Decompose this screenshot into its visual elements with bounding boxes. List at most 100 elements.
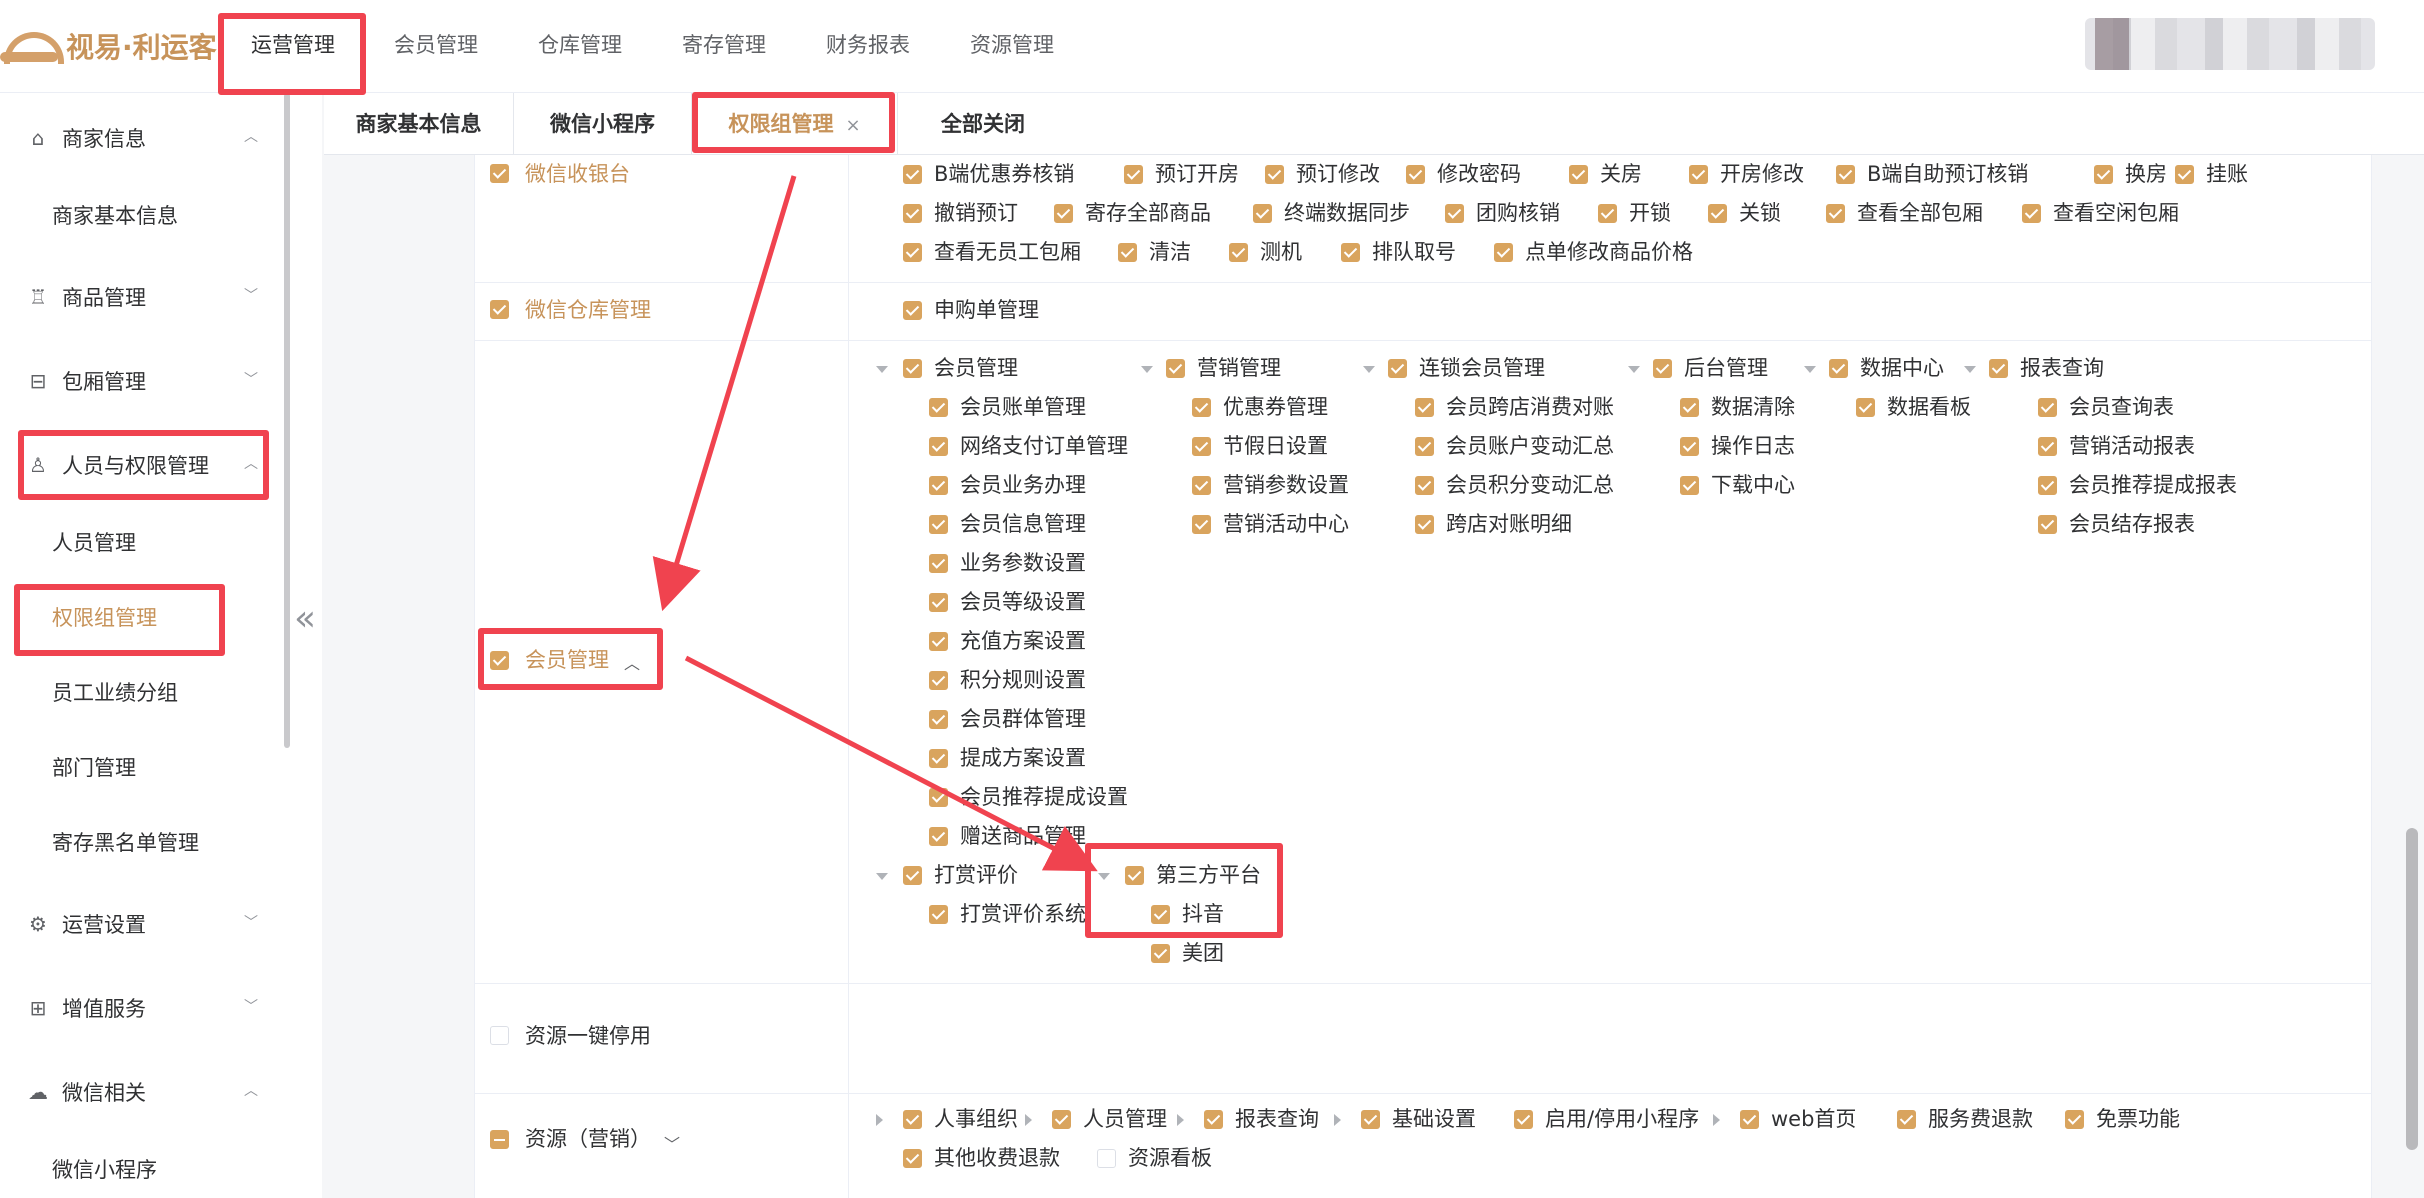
permission-checkbox[interactable] <box>1166 359 1185 378</box>
tab-miniprogram[interactable]: 微信小程序 <box>514 93 692 155</box>
tab-merchant-basic[interactable]: 商家基本信息 <box>324 93 514 155</box>
permission-checkbox[interactable] <box>1653 359 1672 378</box>
permission-checkbox[interactable] <box>2065 1110 2084 1129</box>
module-checkbox[interactable] <box>490 651 509 670</box>
tree-collapse-icon[interactable] <box>1025 1114 1032 1126</box>
user-avatar[interactable] <box>2085 18 2375 70</box>
permission-checkbox[interactable] <box>1989 359 2008 378</box>
permission-checkbox[interactable] <box>903 359 922 378</box>
permission-checkbox[interactable] <box>1361 1110 1380 1129</box>
tree-collapse-icon[interactable] <box>1177 1114 1184 1126</box>
permission-checkbox[interactable] <box>929 710 948 729</box>
permission-checkbox[interactable] <box>2038 437 2057 456</box>
permission-checkbox[interactable] <box>1836 165 1855 184</box>
permission-checkbox[interactable] <box>1826 204 1845 223</box>
sidebar-item-staff[interactable]: 人员管理 <box>0 515 284 571</box>
sidebar-item-perf-group[interactable]: 员工业绩分组 <box>0 665 284 721</box>
permission-checkbox[interactable] <box>1341 243 1360 262</box>
page-scrollbar[interactable] <box>2406 828 2418 1150</box>
tab-perm-group[interactable]: 权限组管理 × <box>692 93 898 155</box>
permission-checkbox[interactable] <box>929 515 948 534</box>
permission-checkbox[interactable] <box>1680 476 1699 495</box>
permission-checkbox[interactable] <box>2038 476 2057 495</box>
permission-checkbox[interactable] <box>1192 476 1211 495</box>
permission-checkbox[interactable] <box>929 554 948 573</box>
permission-checkbox[interactable] <box>1514 1110 1533 1129</box>
permission-checkbox[interactable] <box>1415 437 1434 456</box>
permission-checkbox[interactable] <box>929 632 948 651</box>
chevron-up-icon[interactable]: ︿ <box>624 650 640 674</box>
sidebar-group-staff[interactable]: ♙ 人员与权限管理 ︿ <box>0 435 284 495</box>
permission-checkbox[interactable] <box>1124 165 1143 184</box>
permission-checkbox[interactable] <box>929 749 948 768</box>
permission-checkbox[interactable] <box>1415 398 1434 417</box>
permission-checkbox[interactable] <box>2094 165 2113 184</box>
tree-expand-icon[interactable] <box>1628 366 1640 373</box>
sidebar-group-value[interactable]: ⊞ 增值服务 ﹀ <box>0 978 284 1038</box>
permission-checkbox[interactable] <box>929 398 948 417</box>
module-checkbox[interactable] <box>490 164 509 183</box>
tree-expand-icon[interactable] <box>1964 366 1976 373</box>
topnav-deposit[interactable]: 寄存管理 <box>654 0 794 93</box>
sidebar-item-miniprogram[interactable]: 微信小程序 <box>0 1142 284 1198</box>
topnav-resources[interactable]: 资源管理 <box>942 0 1082 93</box>
tree-expand-icon[interactable] <box>1804 366 1816 373</box>
permission-checkbox[interactable] <box>1689 165 1708 184</box>
permission-checkbox[interactable] <box>1415 515 1434 534</box>
sidebar-group-room[interactable]: ⊟ 包厢管理 ﹀ <box>0 351 284 411</box>
module-checkbox[interactable] <box>490 1026 509 1045</box>
permission-checkbox[interactable] <box>1192 437 1211 456</box>
sidebar-item-perm-group[interactable]: 权限组管理 <box>0 590 284 646</box>
tree-expand-icon[interactable] <box>876 873 888 880</box>
permission-checkbox[interactable] <box>1151 905 1170 924</box>
permission-checkbox[interactable] <box>903 301 922 320</box>
permission-checkbox[interactable] <box>903 1110 922 1129</box>
topnav-warehouse[interactable]: 仓库管理 <box>510 0 650 93</box>
permission-checkbox[interactable] <box>1229 243 1248 262</box>
permission-checkbox[interactable] <box>1708 204 1727 223</box>
permission-checkbox[interactable] <box>903 866 922 885</box>
sidebar-scrollbar[interactable] <box>284 93 290 748</box>
permission-checkbox[interactable] <box>929 593 948 612</box>
sidebar-item-blacklist[interactable]: 寄存黑名单管理 <box>0 815 284 871</box>
permission-checkbox[interactable] <box>1253 204 1272 223</box>
permission-checkbox[interactable] <box>929 905 948 924</box>
sidebar-item-merchant-basic[interactable]: 商家基本信息 <box>0 188 284 244</box>
tree-expand-icon[interactable] <box>876 366 888 373</box>
topnav-finance[interactable]: 财务报表 <box>798 0 938 93</box>
topnav-operations[interactable]: 运营管理 <box>220 0 366 93</box>
sidebar-group-wechat[interactable]: ☁ 微信相关 ︿ <box>0 1062 284 1122</box>
permission-checkbox[interactable] <box>1569 165 1588 184</box>
permission-checkbox[interactable] <box>1118 243 1137 262</box>
permission-checkbox[interactable] <box>1265 165 1284 184</box>
permission-checkbox[interactable] <box>1192 398 1211 417</box>
tree-expand-icon[interactable] <box>1141 366 1153 373</box>
permission-checkbox[interactable] <box>903 165 922 184</box>
permission-checkbox[interactable] <box>2022 204 2041 223</box>
permission-checkbox[interactable] <box>1740 1110 1759 1129</box>
permission-checkbox[interactable] <box>1125 866 1144 885</box>
permission-checkbox[interactable] <box>929 788 948 807</box>
permission-checkbox[interactable] <box>1897 1110 1916 1129</box>
sidebar-group-goods[interactable]: ♖ 商品管理 ﹀ <box>0 267 284 327</box>
permission-checkbox[interactable] <box>1204 1110 1223 1129</box>
permission-checkbox[interactable] <box>1097 1149 1116 1168</box>
permission-checkbox[interactable] <box>929 437 948 456</box>
permission-checkbox[interactable] <box>1680 398 1699 417</box>
sidebar-group-ops[interactable]: ⚙ 运营设置 ﹀ <box>0 894 284 954</box>
tab-close-all[interactable]: 全部关闭 <box>898 93 1068 155</box>
permission-checkbox[interactable] <box>1415 476 1434 495</box>
permission-checkbox[interactable] <box>2175 165 2194 184</box>
permission-checkbox[interactable] <box>1829 359 1848 378</box>
permission-checkbox[interactable] <box>1052 1110 1071 1129</box>
permission-checkbox[interactable] <box>903 204 922 223</box>
module-checkbox[interactable] <box>490 300 509 319</box>
permission-checkbox[interactable] <box>929 827 948 846</box>
permission-checkbox[interactable] <box>903 1149 922 1168</box>
permission-checkbox[interactable] <box>1445 204 1464 223</box>
permission-checkbox[interactable] <box>1406 165 1425 184</box>
permission-checkbox[interactable] <box>929 671 948 690</box>
close-icon[interactable]: × <box>845 115 860 136</box>
sidebar-group-merchant[interactable]: ⌂ 商家信息 ︿ <box>0 108 284 168</box>
permission-checkbox[interactable] <box>1388 359 1407 378</box>
